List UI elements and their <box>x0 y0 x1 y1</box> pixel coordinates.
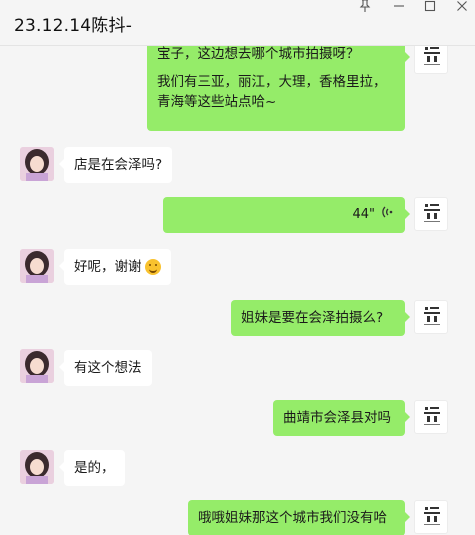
message-text: 哦哦姐妹那这个城市我们没有哈 <box>198 510 387 526</box>
self-avatar[interactable] <box>414 500 448 534</box>
pin-icon[interactable] <box>355 0 375 14</box>
message-line: 青海等这些站点哈~ <box>157 94 277 110</box>
message-bubble-incoming[interactable]: 好呢，谢谢 <box>59 249 171 285</box>
brand-logo-icon <box>424 204 440 222</box>
message-bubble-incoming[interactable]: 有这个想法 <box>59 350 152 386</box>
self-avatar[interactable] <box>414 400 448 434</box>
minimize-icon[interactable] <box>389 0 409 14</box>
chat-title: 23.12.14陈抖- <box>14 16 133 36</box>
brand-logo-icon <box>424 507 440 525</box>
close-icon[interactable] <box>452 0 472 14</box>
brand-logo-icon <box>424 407 440 425</box>
message-bubble-outgoing[interactable]: 曲靖市会泽县对吗 <box>273 400 410 436</box>
message-bubble-outgoing[interactable]: 哦哦姐妹那这个城市我们没有哈 <box>188 500 410 535</box>
contact-avatar[interactable] <box>20 249 54 283</box>
voice-duration: 44" <box>352 207 375 222</box>
message-bubble-outgoing[interactable]: 姐妹是要在会泽拍摄么? <box>231 300 410 336</box>
message-text: 是的， <box>74 460 115 476</box>
message-line: 我们有三亚，丽江，大理，香格里拉， <box>157 74 387 90</box>
message-text: 姐妹是要在会泽拍摄么? <box>241 310 384 326</box>
message-text: 店是在会泽吗? <box>74 157 163 173</box>
title-bar: 23.12.14陈抖- <box>0 0 475 46</box>
message-bubble-outgoing[interactable]: 宝子，这边想去哪个城市拍摄呀？ 我们有三亚，丽江，大理，香格里拉， 青海等这些站… <box>147 46 410 131</box>
message-bubble-incoming[interactable]: 店是在会泽吗? <box>58 147 173 183</box>
message-text: 曲靖市会泽县对吗 <box>283 410 391 426</box>
self-avatar[interactable] <box>414 46 448 74</box>
brand-logo-icon <box>424 307 440 325</box>
self-avatar[interactable] <box>414 300 448 334</box>
self-avatar[interactable] <box>414 197 448 231</box>
brand-logo-icon <box>424 47 440 65</box>
message-text: 好呢，谢谢 <box>74 259 142 275</box>
message-text: 有这个想法 <box>74 360 142 376</box>
maximize-icon[interactable] <box>420 0 440 14</box>
smile-emoji-icon <box>144 259 161 275</box>
contact-avatar[interactable] <box>20 450 54 484</box>
message-line: 宝子，这边想去哪个城市拍摄呀？ <box>157 46 360 62</box>
message-list[interactable]: 宝子，这边想去哪个城市拍摄呀？ 我们有三亚，丽江，大理，香格里拉， 青海等这些站… <box>0 46 475 535</box>
voice-wave-icon <box>381 205 395 225</box>
contact-avatar[interactable] <box>20 147 54 181</box>
voice-message-bubble[interactable]: 44" <box>163 197 410 233</box>
contact-avatar[interactable] <box>20 349 54 383</box>
message-bubble-incoming[interactable]: 是的， <box>59 450 125 486</box>
